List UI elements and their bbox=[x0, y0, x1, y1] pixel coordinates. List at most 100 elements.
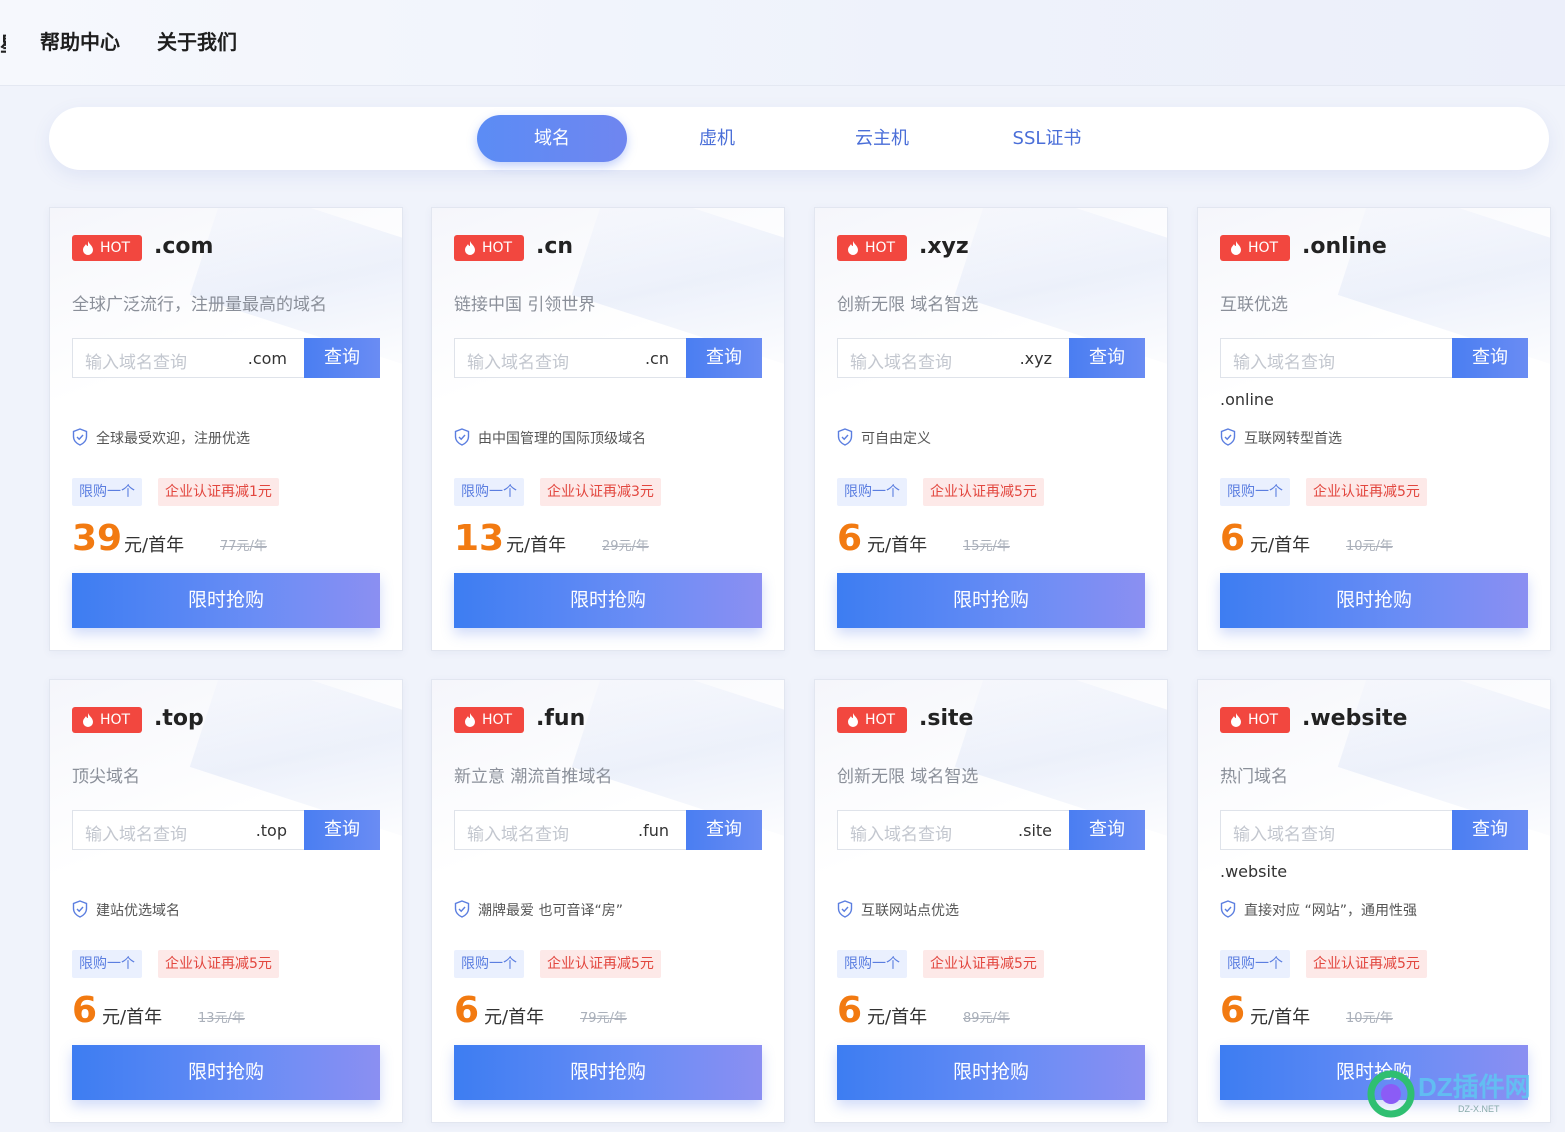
shield-check-icon bbox=[72, 900, 88, 918]
original-price: 10元/年 bbox=[1346, 1011, 1393, 1026]
search-input[interactable]: 输入域名查询 bbox=[850, 348, 952, 373]
corp-discount-tag: 企业认证再减5元 bbox=[1306, 478, 1427, 506]
feature-text: 直接对应 “网站”，通用性强 bbox=[1244, 903, 1417, 919]
limit-tag: 限购一个 bbox=[454, 950, 524, 978]
search-button[interactable]: 查询 bbox=[686, 338, 762, 378]
corp-discount-tag: 企业认证再减5元 bbox=[923, 478, 1044, 506]
feature-line: 全球最受欢迎，注册优选 bbox=[72, 428, 250, 448]
domain-description: 热门域名 bbox=[1220, 767, 1288, 787]
domain-suffix-title: .online bbox=[1302, 234, 1387, 259]
domain-suffix-title: .website bbox=[1302, 706, 1408, 731]
domain-card: HOT .site 创新无限 域名智选 输入域名查询 .site 查询 互联网站… bbox=[814, 679, 1168, 1123]
search-input[interactable]: 输入域名查询 bbox=[850, 820, 952, 845]
search-button[interactable]: 查询 bbox=[1452, 810, 1528, 850]
feature-line: 可自由定义 bbox=[837, 428, 931, 448]
product-tabs: 域名 虚机 云主机 SSL证书 bbox=[49, 107, 1549, 170]
domain-search-box: 输入域名查询 .com 查询 bbox=[72, 338, 380, 378]
feature-line: 直接对应 “网站”，通用性强 bbox=[1220, 900, 1417, 920]
price-unit: 元/首年 bbox=[484, 1007, 545, 1028]
search-button[interactable]: 查询 bbox=[304, 338, 380, 378]
search-input[interactable]: 输入域名查询 bbox=[467, 348, 569, 373]
flash-buy-button[interactable]: 限时抢购 bbox=[72, 1045, 380, 1100]
flash-buy-button[interactable]: 限时抢购 bbox=[454, 573, 762, 628]
domain-description: 创新无限 域名智选 bbox=[837, 295, 979, 315]
nav-link-about[interactable]: 关于我们 bbox=[157, 26, 237, 55]
tab-cloud-server[interactable]: 云主机 bbox=[807, 115, 957, 162]
domain-suffix-title: .site bbox=[919, 706, 974, 731]
search-suffix: .top bbox=[255, 821, 287, 840]
domain-suffix-title: .xyz bbox=[919, 234, 969, 259]
domain-description: 创新无限 域名智选 bbox=[837, 767, 979, 787]
flash-buy-button[interactable]: 限时抢购 bbox=[837, 1045, 1145, 1100]
nav-link-truncated[interactable]: 星 bbox=[0, 28, 6, 57]
flame-icon bbox=[83, 713, 93, 727]
search-button[interactable]: 查询 bbox=[1452, 338, 1528, 378]
price-value: 6 bbox=[454, 990, 480, 1031]
search-button[interactable]: 查询 bbox=[1069, 810, 1145, 850]
tab-ssl[interactable]: SSL证书 bbox=[972, 115, 1122, 162]
feature-text: 互联网转型首选 bbox=[1244, 431, 1342, 447]
corp-discount-tag: 企业认证再减5元 bbox=[1306, 950, 1427, 978]
hot-badge-label: HOT bbox=[1248, 712, 1279, 728]
limit-tag: 限购一个 bbox=[72, 950, 142, 978]
search-input[interactable]: 输入域名查询 bbox=[1233, 348, 1335, 373]
feature-line: 潮牌最爱 也可音译“房” bbox=[454, 900, 623, 920]
search-input[interactable]: 输入域名查询 bbox=[85, 820, 187, 845]
price-unit: 元/首年 bbox=[1250, 535, 1311, 556]
hot-badge: HOT bbox=[454, 707, 524, 733]
feature-line: 互联网转型首选 bbox=[1220, 428, 1342, 448]
price-value: 6 bbox=[837, 518, 863, 559]
hot-badge: HOT bbox=[454, 235, 524, 261]
flash-buy-button[interactable]: 限时抢购 bbox=[1220, 573, 1528, 628]
price-unit: 元/首年 bbox=[867, 1007, 928, 1028]
feature-text: 建站优选域名 bbox=[96, 903, 180, 919]
price-value: 6 bbox=[1220, 518, 1246, 559]
hot-badge-label: HOT bbox=[482, 240, 513, 256]
corp-discount-tag: 企业认证再减5元 bbox=[540, 950, 661, 978]
nav-link-help[interactable]: 帮助中心 bbox=[40, 26, 120, 55]
flame-icon bbox=[848, 713, 858, 727]
feature-text: 由中国管理的国际顶级域名 bbox=[478, 431, 646, 447]
search-input[interactable]: 输入域名查询 bbox=[467, 820, 569, 845]
feature-text: 可自由定义 bbox=[861, 431, 931, 447]
original-price: 89元/年 bbox=[963, 1011, 1010, 1026]
domain-search-box: 输入域名查询 .top 查询 bbox=[72, 810, 380, 850]
hot-badge-label: HOT bbox=[1248, 240, 1279, 256]
hot-badge-label: HOT bbox=[482, 712, 513, 728]
tab-vhost[interactable]: 虚机 bbox=[642, 115, 792, 162]
domain-search-box: 输入域名查询 .site 查询 bbox=[837, 810, 1145, 850]
search-button[interactable]: 查询 bbox=[686, 810, 762, 850]
price-unit: 元/首年 bbox=[1250, 1007, 1311, 1028]
original-price: 29元/年 bbox=[602, 539, 649, 554]
limit-tag: 限购一个 bbox=[1220, 478, 1290, 506]
original-price: 13元/年 bbox=[198, 1011, 245, 1026]
feature-line: 互联网站点优选 bbox=[837, 900, 959, 920]
domain-card: HOT .top 顶尖域名 输入域名查询 .top 查询 建站优选域名 限购一个… bbox=[49, 679, 403, 1123]
tab-domain[interactable]: 域名 bbox=[477, 115, 627, 162]
search-button[interactable]: 查询 bbox=[304, 810, 380, 850]
domain-search-box: 输入域名查询 查询 bbox=[1220, 338, 1528, 378]
domain-search-box: 输入域名查询 .cn 查询 bbox=[454, 338, 762, 378]
domain-search-box: 输入域名查询 .fun 查询 bbox=[454, 810, 762, 850]
shield-check-icon bbox=[1220, 900, 1236, 918]
feature-line: 由中国管理的国际顶级域名 bbox=[454, 428, 646, 448]
domain-suffix-title: .cn bbox=[536, 234, 574, 259]
domain-card: HOT .fun 新立意 潮流首推域名 输入域名查询 .fun 查询 潮牌最爱 … bbox=[431, 679, 785, 1123]
search-input[interactable]: 输入域名查询 bbox=[85, 348, 187, 373]
hot-badge: HOT bbox=[1220, 707, 1290, 733]
flame-icon bbox=[465, 713, 475, 727]
flash-buy-button[interactable]: 限时抢购 bbox=[837, 573, 1145, 628]
search-suffix: .fun bbox=[638, 821, 669, 840]
hot-badge: HOT bbox=[72, 235, 142, 261]
search-suffix: .website bbox=[1220, 862, 1288, 881]
feature-text: 互联网站点优选 bbox=[861, 903, 959, 919]
search-button[interactable]: 查询 bbox=[1069, 338, 1145, 378]
flash-buy-button[interactable]: 限时抢购 bbox=[454, 1045, 762, 1100]
search-suffix: .cn bbox=[644, 349, 669, 368]
price-unit: 元/首年 bbox=[867, 535, 928, 556]
domain-suffix-title: .com bbox=[154, 234, 214, 259]
hot-badge-label: HOT bbox=[100, 240, 131, 256]
flash-buy-button[interactable]: 限时抢购 bbox=[72, 573, 380, 628]
limit-tag: 限购一个 bbox=[72, 478, 142, 506]
search-input[interactable]: 输入域名查询 bbox=[1233, 820, 1335, 845]
